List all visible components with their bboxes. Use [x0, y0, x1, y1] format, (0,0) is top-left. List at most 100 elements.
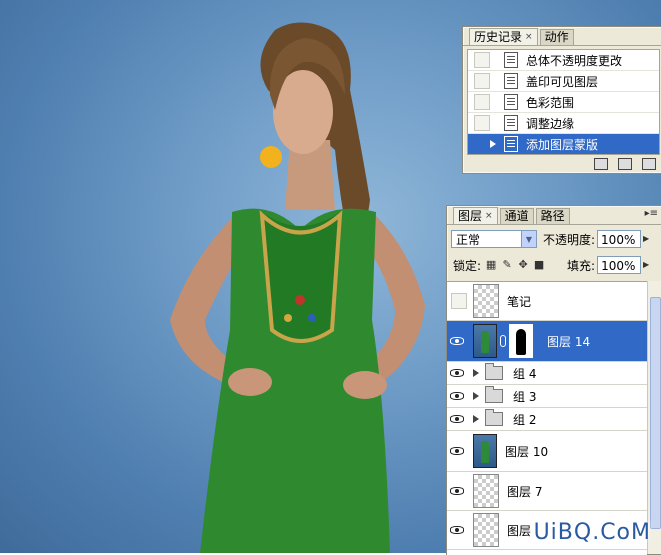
fill-input[interactable]: 100%: [597, 256, 642, 274]
visibility-toggle[interactable]: [447, 392, 467, 400]
layer-thumbnail: [473, 434, 497, 468]
close-icon[interactable]: ×: [485, 209, 493, 224]
snapshot-checkbox[interactable]: [474, 136, 490, 152]
eye-icon: [450, 392, 464, 400]
history-state-icon: [504, 136, 518, 152]
layer-row[interactable]: 笔记: [447, 282, 647, 321]
history-state-icon: [504, 73, 518, 89]
blend-row: 正常 ▼ 不透明度: 100% ▶: [451, 228, 658, 250]
history-item-label: 盖印可见图层: [526, 74, 599, 89]
visibility-toggle[interactable]: [447, 487, 467, 495]
layer-name: 图层 10: [505, 444, 549, 459]
visibility-toggle[interactable]: [447, 415, 467, 423]
layer-mask-thumbnail[interactable]: [509, 324, 533, 358]
folder-icon: [485, 363, 503, 380]
scrollbar-thumb[interactable]: [650, 297, 661, 529]
history-footer: [463, 155, 661, 173]
lock-transparency-icon[interactable]: ▦: [485, 259, 497, 271]
mask-link-icon[interactable]: [500, 335, 506, 347]
tab-actions-label: 动作: [544, 30, 569, 44]
expand-triangle-icon[interactable]: [473, 369, 479, 377]
tab-history[interactable]: 历史记录 ×: [469, 28, 538, 45]
snapshot-checkbox[interactable]: [474, 94, 490, 110]
tab-layers[interactable]: 图层 ×: [453, 207, 498, 224]
history-item-label: 总体不透明度更改: [526, 53, 623, 68]
layer-row[interactable]: 图层 7: [447, 472, 647, 511]
layer-thumbnail: [473, 474, 499, 508]
camera-snapshot-icon[interactable]: [618, 158, 632, 170]
layer-name: 图层 14: [547, 334, 591, 349]
fill-slider-arrow-icon[interactable]: ▶: [641, 256, 651, 274]
history-item[interactable]: 盖印可见图层: [468, 71, 659, 92]
lock-move-icon[interactable]: ✥: [517, 259, 529, 271]
history-state-icon: [504, 52, 518, 68]
group-row[interactable]: 组 2: [447, 408, 647, 431]
layer-name: 图层: [507, 523, 532, 538]
expand-triangle-icon[interactable]: [473, 415, 479, 423]
site-watermark: UiBQ.CoM: [533, 520, 651, 545]
history-state-icon: [504, 115, 518, 131]
history-item[interactable]: 色彩范围: [468, 92, 659, 113]
group-row[interactable]: 组 4: [447, 362, 647, 385]
layer-thumbnail: [473, 284, 499, 318]
lock-all-icon[interactable]: ■: [533, 259, 545, 271]
history-state-icon: [504, 94, 518, 110]
lock-label: 锁定:: [453, 258, 482, 273]
layer-row-selected[interactable]: 图层 14: [447, 321, 647, 362]
tab-layers-label: 图层: [458, 208, 483, 223]
tab-actions[interactable]: 动作: [539, 29, 574, 45]
history-item-selected[interactable]: 添加图层蒙版: [468, 134, 659, 154]
lock-brush-icon[interactable]: ✎: [501, 259, 513, 271]
layer-thumbnail: [473, 324, 497, 358]
visibility-toggle[interactable]: [447, 369, 467, 377]
tab-paths[interactable]: 路径: [535, 208, 570, 224]
snapshot-checkbox[interactable]: [474, 73, 490, 89]
palette-menu-icon[interactable]: ▸≡: [645, 208, 658, 219]
layer-name: 笔记: [507, 294, 532, 309]
history-list: 总体不透明度更改 盖印可见图层 色彩范围 调整边缘 添加图层蒙版: [467, 49, 660, 155]
history-palette: 历史记录 × 动作 总体不透明度更改 盖印可见图层 色彩范围 调整边缘 添加图层…: [462, 26, 661, 174]
layers-palette: 图层 × 通道 路径 ▸≡ 正常 ▼ 不透明度: 100% ▶ 锁定: ▦ ✎ …: [446, 205, 661, 555]
blend-mode-value: 正常: [456, 232, 481, 247]
visibility-toggle[interactable]: [447, 447, 467, 455]
chevron-down-icon[interactable]: ▼: [521, 231, 536, 247]
layer-list: 笔记 图层 14 组 4 组 3 组 2 图层 10 图层 7 图层: [447, 281, 647, 555]
eye-icon: [450, 337, 464, 345]
visibility-toggle[interactable]: [447, 293, 467, 309]
history-item-label: 调整边缘: [526, 116, 575, 131]
group-name: 组 3: [513, 389, 537, 404]
opacity-input[interactable]: 100%: [597, 230, 642, 248]
folder-icon: [485, 386, 503, 403]
tab-paths-label: 路径: [540, 209, 565, 223]
eye-icon: [450, 415, 464, 423]
history-item-label: 添加图层蒙版: [526, 137, 599, 152]
eye-icon: [450, 447, 464, 455]
blend-mode-select[interactable]: 正常 ▼: [451, 230, 537, 248]
history-item[interactable]: 调整边缘: [468, 113, 659, 134]
layer-list-scrollbar[interactable]: [647, 281, 661, 554]
snapshot-checkbox[interactable]: [474, 52, 490, 68]
opacity-slider-arrow-icon[interactable]: ▶: [641, 230, 651, 248]
trash-icon[interactable]: [642, 158, 656, 170]
lock-row: 锁定: ▦ ✎ ✥ ■ 填充: 100% ▶: [451, 254, 658, 276]
layer-row[interactable]: 图层 10: [447, 431, 647, 472]
group-name: 组 2: [513, 412, 537, 427]
eye-icon: [450, 526, 464, 534]
layers-tabs: 图层 × 通道 路径 ▸≡: [447, 206, 661, 225]
opacity-label: 不透明度:: [543, 232, 596, 247]
group-row[interactable]: 组 3: [447, 385, 647, 408]
close-icon[interactable]: ×: [525, 30, 533, 45]
layer-name: 图层 7: [507, 484, 543, 499]
visibility-toggle[interactable]: [447, 526, 467, 534]
hidden-visibility-icon: [450, 293, 467, 309]
new-document-from-state-icon[interactable]: [594, 158, 608, 170]
eye-icon: [450, 369, 464, 377]
snapshot-checkbox[interactable]: [474, 115, 490, 131]
tab-history-label: 历史记录: [474, 29, 523, 44]
history-state-marker-icon: [490, 140, 496, 148]
visibility-toggle[interactable]: [447, 337, 467, 345]
tab-channels-label: 通道: [504, 209, 529, 223]
expand-triangle-icon[interactable]: [473, 392, 479, 400]
tab-channels[interactable]: 通道: [499, 208, 534, 224]
history-item[interactable]: 总体不透明度更改: [468, 50, 659, 71]
